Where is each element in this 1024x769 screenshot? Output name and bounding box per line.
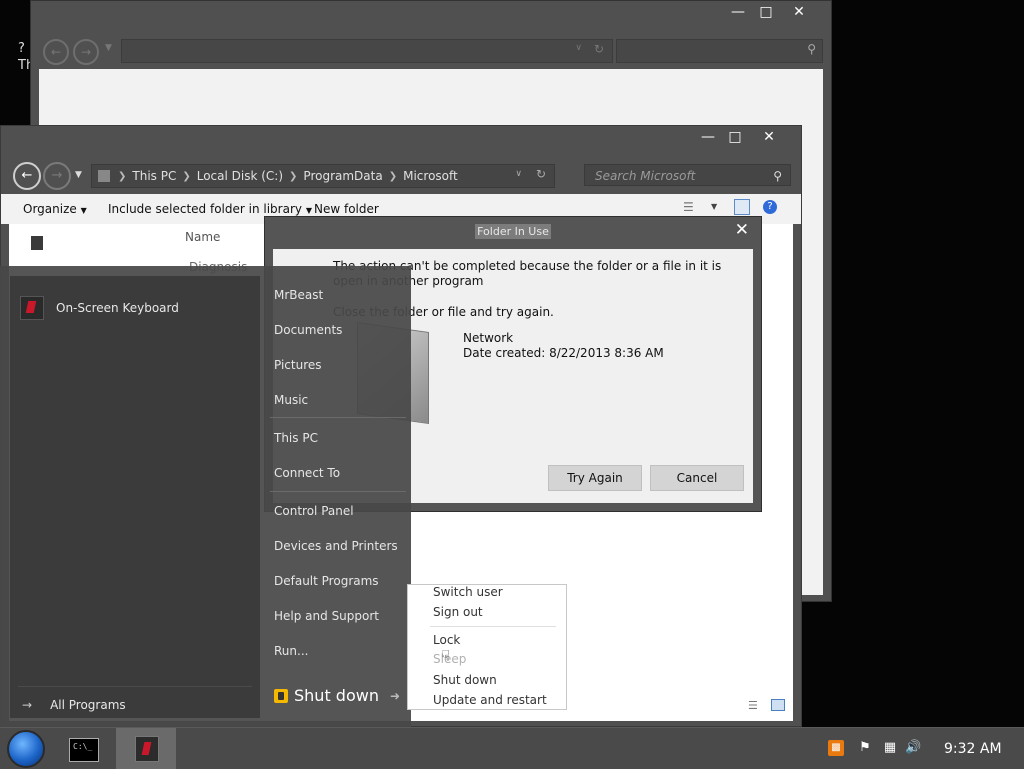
chevron-down-icon[interactable]: ∨: [575, 43, 582, 53]
organize-menu[interactable]: Organize ▼: [23, 202, 87, 216]
back-icon[interactable]: ←: [13, 162, 41, 190]
view-options-icon[interactable]: ☰: [683, 200, 694, 214]
details-view-icon[interactable]: ☰: [748, 699, 758, 712]
start-link-control-panel[interactable]: Control Panel: [274, 504, 354, 518]
all-programs-button[interactable]: → All Programs: [22, 698, 126, 712]
all-programs-label: All Programs: [50, 698, 126, 712]
column-header-name[interactable]: Name: [185, 230, 220, 244]
breadcrumb-separator-icon[interactable]: ❯: [118, 171, 126, 182]
search-icon[interactable]: ⚲: [773, 165, 782, 187]
start-link-documents[interactable]: Documents: [274, 323, 342, 337]
menu-item-shut-down[interactable]: Shut down: [433, 673, 497, 687]
preview-pane-icon[interactable]: [734, 199, 750, 215]
forward-icon[interactable]: →: [73, 39, 99, 65]
search-input[interactable]: ⚲: [616, 39, 823, 63]
start-link-devices-printers[interactable]: Devices and Printers: [274, 539, 398, 553]
breadcrumb-separator-icon[interactable]: ❯: [182, 171, 190, 182]
maximize-button[interactable]: □: [749, 1, 783, 23]
search-icon[interactable]: ⚲: [807, 42, 816, 56]
address-bar[interactable]: ❯ This PC ❯ Local Disk (C:) ❯ ProgramDat…: [91, 164, 555, 188]
try-again-button[interactable]: Try Again: [548, 465, 642, 491]
refresh-icon[interactable]: ↻: [536, 167, 546, 181]
clock[interactable]: 9:32 AM: [944, 741, 1002, 757]
tray-app-icon[interactable]: ▩: [828, 740, 844, 756]
breadcrumb-microsoft[interactable]: Microsoft: [403, 169, 458, 183]
start-link-default-programs[interactable]: Default Programs: [274, 574, 379, 588]
program-on-screen-keyboard[interactable]: On-Screen Keyboard: [20, 296, 179, 320]
divider: [270, 417, 406, 418]
action-center-flag-icon[interactable]: ⚑: [857, 740, 873, 756]
start-link-connect-to[interactable]: Connect To: [274, 466, 340, 480]
arrow-right-icon: →: [22, 698, 33, 712]
start-menu: On-Screen Keyboard → All Programs MrBeas…: [0, 266, 411, 727]
taskbar-on-screen-keyboard[interactable]: [116, 728, 176, 769]
breadcrumb-programdata[interactable]: ProgramData: [303, 169, 382, 183]
chevron-down-icon[interactable]: ∨: [515, 169, 522, 179]
start-link-help-support[interactable]: Help and Support: [274, 609, 379, 623]
dialog-title: Folder In Use: [265, 224, 761, 239]
help-icon[interactable]: ?: [763, 200, 777, 214]
breadcrumb-this-pc[interactable]: This PC: [132, 169, 176, 183]
breadcrumb-local-disk[interactable]: Local Disk (C:): [197, 169, 283, 183]
cancel-button[interactable]: Cancel: [650, 465, 744, 491]
menu-item-sign-out[interactable]: Sign out: [433, 605, 483, 619]
back-icon[interactable]: ←: [43, 39, 69, 65]
taskbar: C:\_ ▩ ⚑ ▦ 🔊 9:32 AM: [0, 727, 1024, 769]
organize-label: Organize: [23, 202, 77, 216]
power-shield-icon: [274, 688, 288, 703]
menu-item-lock[interactable]: Lock: [433, 633, 460, 647]
address-bar[interactable]: ∨ ↻: [121, 39, 613, 63]
close-button[interactable]: ✕: [752, 126, 786, 148]
programs-pane: On-Screen Keyboard → All Programs: [10, 276, 260, 718]
app-icon[interactable]: [31, 236, 43, 250]
divider: [18, 686, 252, 687]
program-label: On-Screen Keyboard: [56, 301, 179, 315]
volume-icon[interactable]: 🔊: [905, 740, 921, 756]
recent-locations-icon[interactable]: ▼: [105, 43, 112, 53]
start-link-music[interactable]: Music: [274, 393, 308, 407]
chevron-down-icon: ▼: [80, 206, 87, 215]
start-link-pictures[interactable]: Pictures: [274, 358, 322, 372]
keyboard-app-icon: [135, 736, 159, 762]
chevron-down-icon: ▼: [305, 206, 312, 215]
new-folder-button[interactable]: New folder: [314, 202, 379, 216]
dialog-title-text: Folder In Use: [475, 224, 551, 239]
maximize-button[interactable]: □: [718, 126, 752, 148]
power-options-menu: Switch user Sign out Lock Sleep Shut dow…: [407, 584, 567, 710]
menu-item-update-restart[interactable]: Update and restart: [433, 693, 547, 707]
close-icon[interactable]: ✕: [735, 220, 749, 240]
shut-down-label: Shut down: [294, 686, 379, 705]
start-link-run[interactable]: Run...: [274, 644, 308, 658]
include-library-label: Include selected folder in library: [108, 202, 302, 216]
folder-icon: [98, 170, 110, 182]
refresh-icon[interactable]: ↻: [594, 42, 604, 56]
menu-item-switch-user[interactable]: Switch user: [433, 585, 503, 599]
item-date-created: Date created: 8/22/2013 8:36 AM: [463, 346, 664, 360]
forward-icon[interactable]: →: [43, 162, 71, 190]
item-name: Network: [463, 331, 514, 345]
mouse-cursor-icon: ☟: [441, 647, 451, 665]
keyboard-app-icon: [20, 296, 44, 320]
cmd-glyph: C:\_: [73, 742, 93, 751]
shut-down-button[interactable]: Shut down: [274, 686, 379, 705]
breadcrumb-separator-icon[interactable]: ❯: [389, 171, 397, 182]
include-in-library-menu[interactable]: Include selected folder in library ▼: [108, 202, 312, 216]
shut-down-options-arrow-icon[interactable]: ➜: [390, 689, 400, 703]
start-link-user[interactable]: MrBeast: [274, 288, 323, 302]
search-input[interactable]: Search Microsoft ⚲: [584, 164, 791, 186]
start-link-this-pc[interactable]: This PC: [274, 431, 318, 445]
start-button[interactable]: [7, 730, 45, 768]
close-button[interactable]: ✕: [782, 1, 816, 23]
divider: [270, 491, 406, 492]
large-icons-view-icon[interactable]: [771, 699, 785, 711]
divider: [430, 626, 556, 627]
command-prompt-icon: C:\_: [69, 738, 99, 762]
search-placeholder: Search Microsoft: [595, 169, 696, 183]
recent-locations-icon[interactable]: ▼: [75, 170, 82, 180]
taskbar-command-prompt[interactable]: C:\_: [60, 730, 106, 768]
network-icon[interactable]: ▦: [882, 740, 898, 756]
breadcrumb-separator-icon[interactable]: ❯: [289, 171, 297, 182]
chevron-down-icon[interactable]: ▼: [711, 202, 717, 211]
